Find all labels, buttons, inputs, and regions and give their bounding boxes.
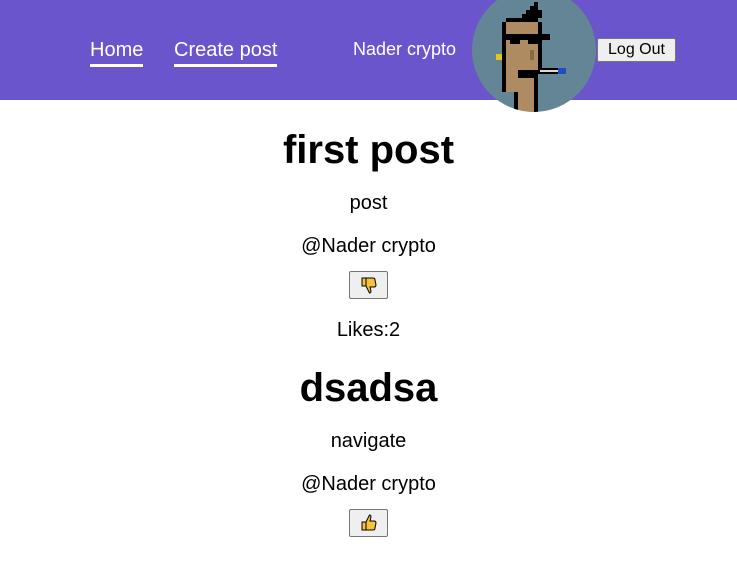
avatar bbox=[472, 0, 596, 112]
post-author: @Nader crypto bbox=[301, 473, 436, 495]
unlike-button[interactable] bbox=[349, 271, 388, 299]
thumbs-down-icon bbox=[361, 277, 377, 294]
post-content: navigate bbox=[330, 430, 407, 452]
like-button[interactable] bbox=[349, 509, 388, 537]
username: Nader crypto bbox=[353, 39, 457, 59]
post-title: first post bbox=[282, 128, 455, 172]
post: first post post @Nader crypto Likes:2 bbox=[0, 127, 737, 342]
cryptopunk-avatar-icon bbox=[496, 2, 566, 112]
nav-link-home[interactable]: Home bbox=[90, 38, 144, 67]
post-title: dsadsa bbox=[299, 366, 438, 410]
thumbs-up-icon bbox=[361, 514, 377, 531]
post-content: post bbox=[349, 192, 388, 214]
nav-link-create-post[interactable]: Create post bbox=[174, 38, 278, 67]
post-list: first post post @Nader crypto Likes:2 ds… bbox=[0, 100, 737, 537]
navbar: Home Create post Nader crypto Log Out bbox=[0, 0, 737, 112]
logout-button[interactable]: Log Out bbox=[597, 38, 676, 62]
post-author: @Nader crypto bbox=[301, 235, 436, 257]
post-likes: Likes:2 bbox=[336, 319, 401, 341]
post: dsadsa navigate @Nader crypto bbox=[0, 365, 737, 537]
